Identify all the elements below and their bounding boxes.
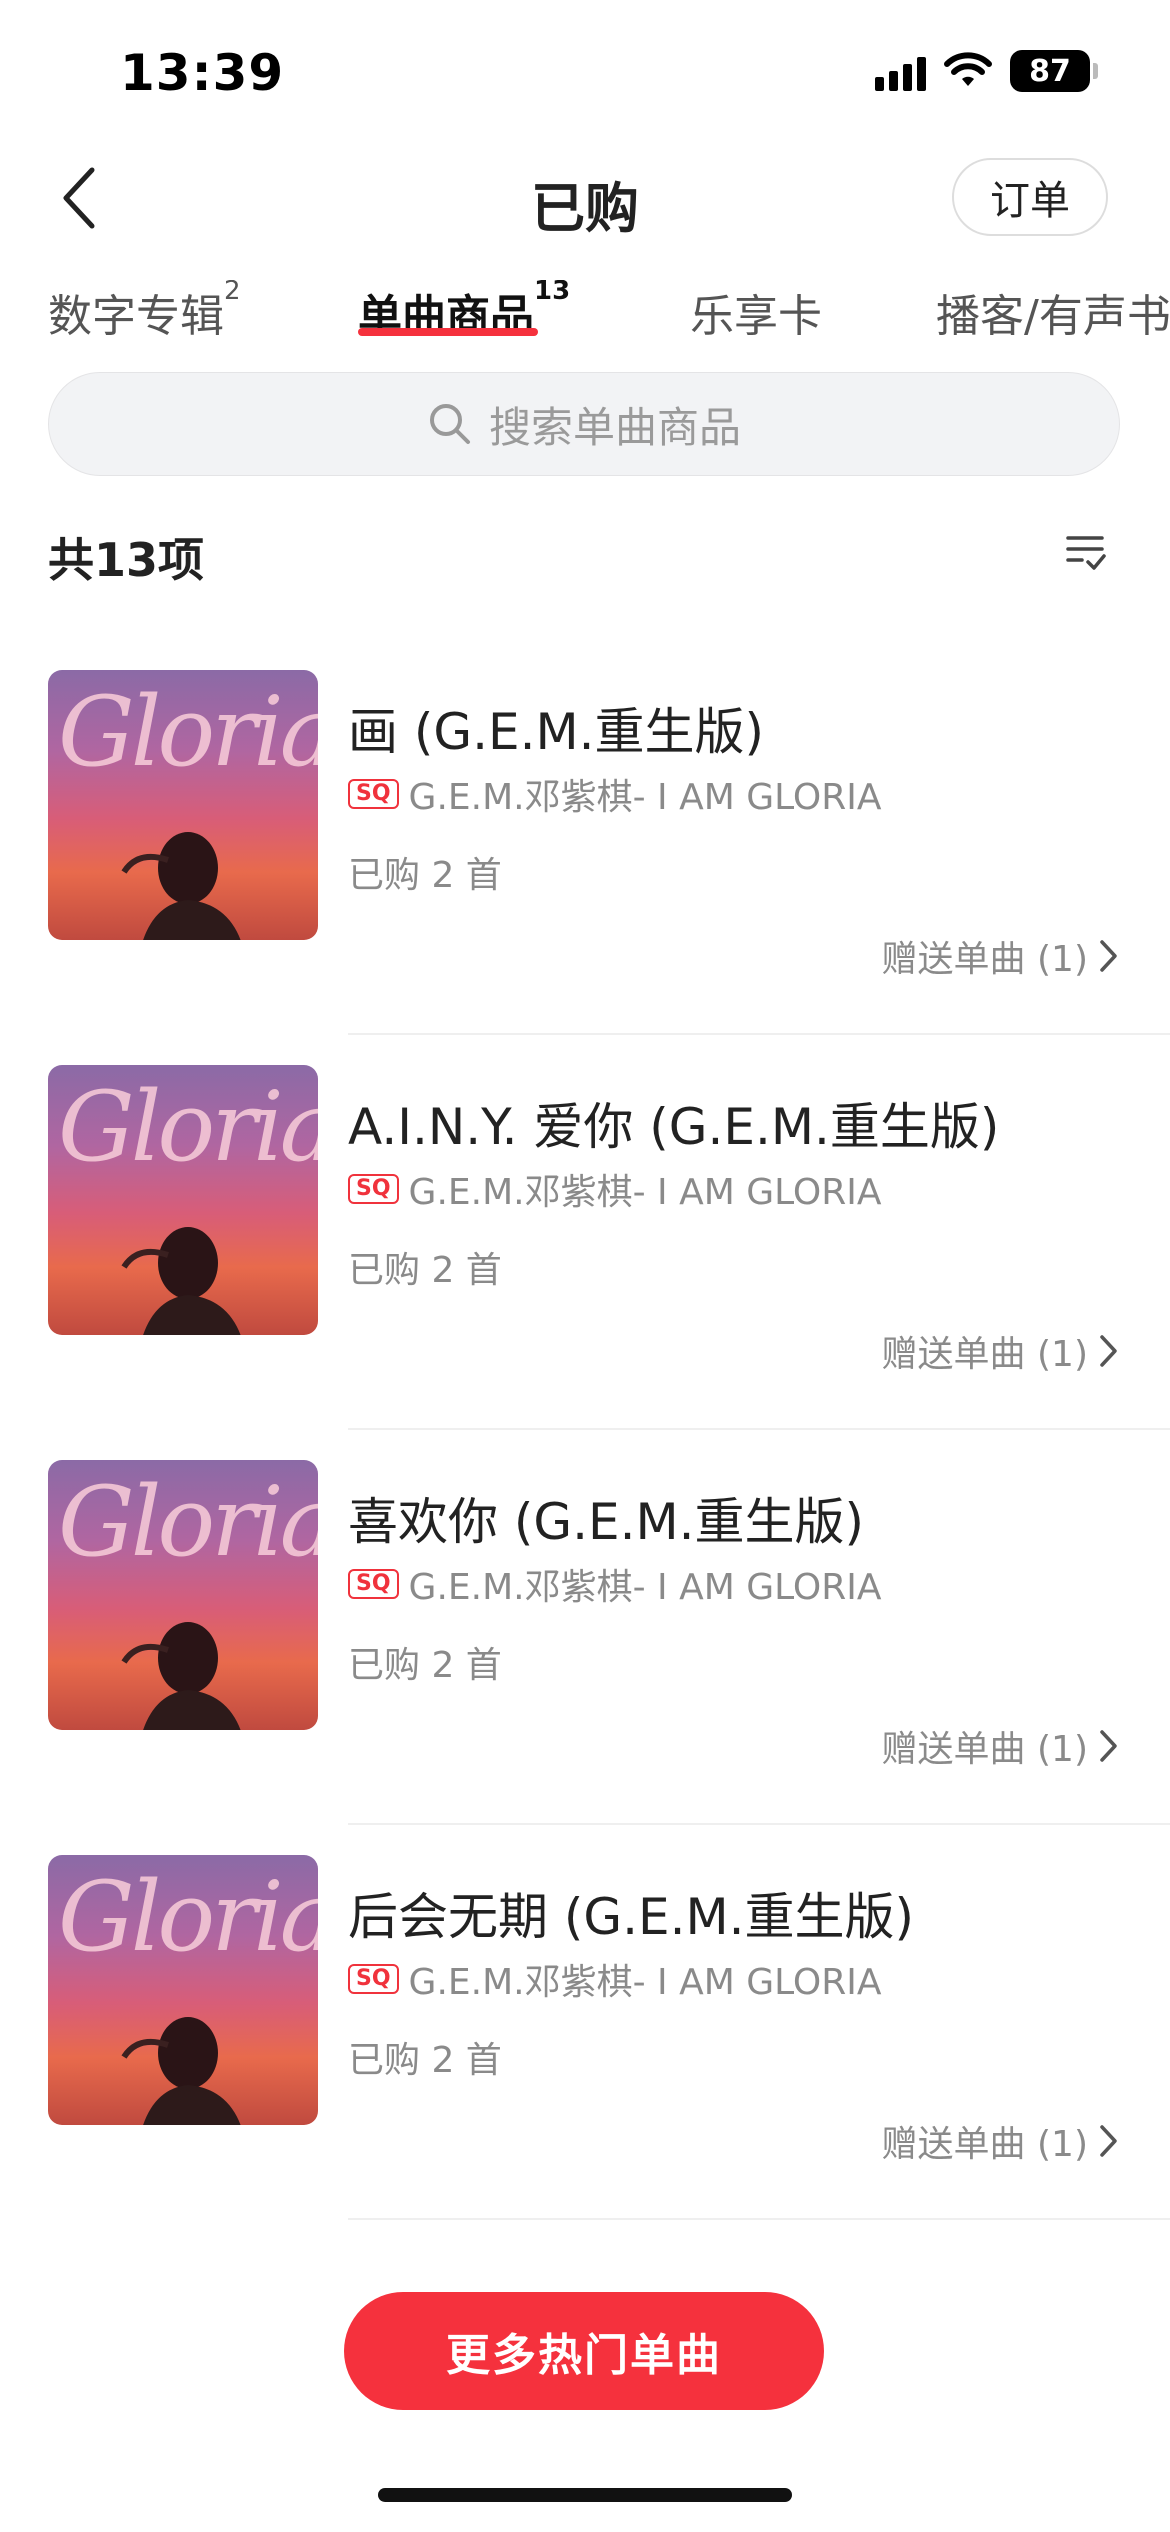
- wifi-icon: [944, 52, 992, 86]
- tab-label: 乐享卡: [690, 291, 822, 342]
- search-placeholder: 搜索单曲商品: [488, 402, 741, 452]
- artist-album: G.E.M.邓紫棋- I AM GLORIA: [408, 1172, 882, 1213]
- album-cover: Gloria: [48, 1460, 318, 1730]
- song-meta: SQ G.E.M.邓紫棋- I AM GLORIA: [348, 1953, 881, 2005]
- chevron-right-icon: [1100, 1730, 1117, 1762]
- gift-single-link[interactable]: 赠送单曲 (1): [882, 930, 1118, 982]
- order-button[interactable]: 订单: [952, 158, 1108, 236]
- bought-count: 已购 2 首: [348, 2040, 502, 2081]
- tab-digital-album[interactable]: 数字专辑2: [48, 280, 241, 344]
- sort-icon: [1066, 536, 1106, 570]
- gift-single-link[interactable]: 赠送单曲 (1): [882, 1720, 1118, 1772]
- list-item[interactable]: Gloria 喜欢你 (G.E.M.重生版) SQ G.E.M.邓紫棋- I A…: [0, 1430, 1170, 1825]
- gift-single-link[interactable]: 赠送单曲 (1): [882, 2115, 1118, 2167]
- tab-podcast-audiobook[interactable]: 播客/有声书: [936, 280, 1170, 344]
- cover-figure-image: [121, 2017, 241, 2125]
- chevron-right-icon: [1100, 940, 1117, 972]
- list-item[interactable]: Gloria A.I.N.Y. 爱你 (G.E.M.重生版) SQ G.E.M.…: [0, 1035, 1170, 1430]
- artist-album: G.E.M.邓紫棋- I AM GLORIA: [408, 1962, 882, 2003]
- divider: [348, 2218, 1170, 2220]
- song-title: A.I.N.Y. 爱你 (G.E.M.重生版): [348, 1098, 1000, 1156]
- album-cover: Gloria: [48, 1065, 318, 1335]
- search-input[interactable]: 搜索单曲商品: [48, 372, 1120, 476]
- cover-figure-image: [121, 832, 241, 940]
- home-indicator[interactable]: [378, 2488, 792, 2502]
- sq-quality-badge: SQ: [348, 1569, 399, 1599]
- tab-bar: 数字专辑2 单曲商品13 乐享卡 播客/有声书: [48, 280, 1170, 350]
- cellular-signal-icon: [875, 51, 926, 91]
- more-hot-singles-button[interactable]: 更多热门单曲: [344, 2292, 824, 2410]
- status-icons: 87: [875, 50, 1098, 92]
- item-count: 共13项: [48, 533, 205, 587]
- cover-title: Gloria: [58, 676, 318, 788]
- list-item[interactable]: Gloria 画 (G.E.M.重生版) SQ G.E.M.邓紫棋- I AM …: [0, 640, 1170, 1035]
- gift-single-link[interactable]: 赠送单曲 (1): [882, 1325, 1118, 1377]
- tab-label: 数字专辑: [48, 291, 224, 342]
- sq-quality-badge: SQ: [348, 1964, 399, 1994]
- album-cover: Gloria: [48, 670, 318, 940]
- song-title: 喜欢你 (G.E.M.重生版): [348, 1493, 865, 1551]
- tab-active-underline: [358, 328, 538, 336]
- status-time: 13:39: [120, 44, 285, 102]
- chevron-right-icon: [1100, 2125, 1117, 2157]
- tab-count: 13: [534, 280, 571, 306]
- bought-count: 已购 2 首: [348, 1250, 502, 1291]
- tab-count: 2: [224, 280, 241, 306]
- sq-quality-badge: SQ: [348, 779, 399, 809]
- artist-album: G.E.M.邓紫棋- I AM GLORIA: [408, 777, 882, 818]
- battery-icon: 87: [1010, 50, 1098, 92]
- gift-label: 赠送单曲 (1): [881, 1729, 1088, 1770]
- cover-title: Gloria: [58, 1071, 318, 1183]
- cover-figure-image: [121, 1622, 241, 1730]
- chevron-right-icon: [1100, 1335, 1117, 1367]
- artist-album: G.E.M.邓紫棋- I AM GLORIA: [408, 1567, 882, 1608]
- song-meta: SQ G.E.M.邓紫棋- I AM GLORIA: [348, 1163, 881, 1215]
- sort-filter-button[interactable]: [1064, 532, 1106, 578]
- gift-label: 赠送单曲 (1): [881, 2124, 1088, 2165]
- tab-vip-card[interactable]: 乐享卡: [690, 280, 822, 344]
- gift-label: 赠送单曲 (1): [881, 939, 1088, 980]
- cover-title: Gloria: [58, 1466, 318, 1578]
- list-item[interactable]: Gloria 后会无期 (G.E.M.重生版) SQ G.E.M.邓紫棋- I …: [0, 1825, 1170, 2220]
- sq-quality-badge: SQ: [348, 1174, 399, 1204]
- purchased-page: 13:39 87 已购 订单 数字专辑2 单曲商品13 乐享卡 播客/有声书 搜…: [0, 0, 1170, 2532]
- song-title: 画 (G.E.M.重生版): [348, 703, 765, 761]
- bought-count: 已购 2 首: [348, 1645, 502, 1686]
- single-list: Gloria 画 (G.E.M.重生版) SQ G.E.M.邓紫棋- I AM …: [0, 640, 1170, 2220]
- song-meta: SQ G.E.M.邓紫棋- I AM GLORIA: [348, 1558, 881, 1610]
- tab-single-products[interactable]: 单曲商品13: [358, 280, 570, 344]
- album-cover: Gloria: [48, 1855, 318, 2125]
- gift-label: 赠送单曲 (1): [881, 1334, 1088, 1375]
- tab-label: 播客/有声书: [936, 291, 1170, 342]
- search-icon: [429, 404, 470, 444]
- cover-figure-image: [121, 1227, 241, 1335]
- song-title: 后会无期 (G.E.M.重生版): [348, 1888, 915, 1946]
- cover-title: Gloria: [58, 1861, 318, 1973]
- bought-count: 已购 2 首: [348, 855, 502, 896]
- song-meta: SQ G.E.M.邓紫棋- I AM GLORIA: [348, 768, 881, 820]
